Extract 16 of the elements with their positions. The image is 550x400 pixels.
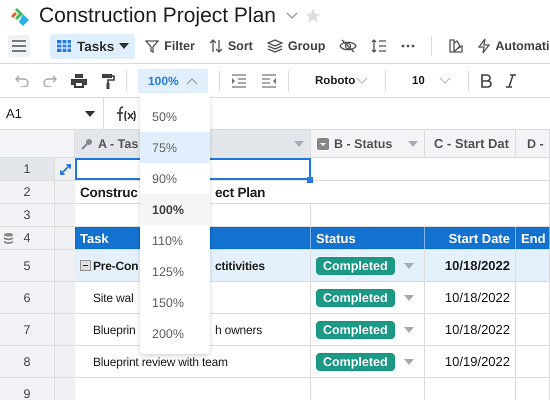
table-header-cell: End xyxy=(516,227,550,249)
date-text: 10/19/2022 xyxy=(444,354,510,369)
date-text: 10/18/2022 xyxy=(444,322,510,337)
table-header-cell: Start Date xyxy=(425,227,516,249)
task-text: h owners xyxy=(215,322,262,336)
sheet-title: ect Plan xyxy=(215,184,266,200)
sheet-title: Construc xyxy=(80,184,138,200)
table-header-cell: Status xyxy=(311,227,425,249)
document-title: Construction Project Plan xyxy=(39,4,276,28)
date-text: 10/18/2022 xyxy=(444,258,510,273)
task-text: Blueprin xyxy=(93,322,136,336)
task-text: ctitivities xyxy=(215,258,265,272)
task-text: Pre-Con xyxy=(93,258,138,272)
date-text: 10/18/2022 xyxy=(444,290,510,305)
task-text: Blueprint review with team xyxy=(93,354,228,368)
task-text: Site wal xyxy=(93,290,134,304)
